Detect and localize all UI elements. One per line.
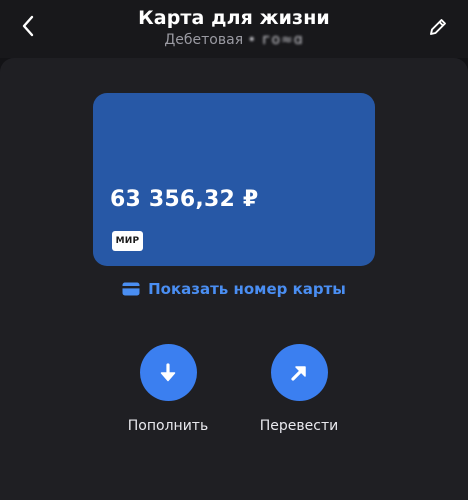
arrow-down-icon (160, 362, 176, 381)
card-icon (122, 282, 140, 296)
transfer-button[interactable]: Перевести (244, 344, 354, 434)
topup-label: Пополнить (127, 418, 209, 434)
page-title: Карта для жизни (138, 7, 330, 29)
header: Карта для жизни Дебетовая • ᴦᴏ≈ɑ (0, 0, 468, 58)
card-balance: 63 356,32 ₽ (110, 187, 259, 212)
transfer-circle (270, 344, 328, 401)
edit-button[interactable] (422, 11, 454, 43)
bank-card[interactable]: 63 356,32 ₽ МИР (93, 93, 375, 266)
pencil-icon (430, 19, 446, 35)
arrow-up-right-icon (291, 365, 306, 381)
main-panel: 63 356,32 ₽ МИР Показать номер карты Поп… (0, 58, 468, 500)
topup-button[interactable]: Пополнить (113, 344, 223, 434)
show-card-number-button[interactable]: Показать номер карты (0, 280, 468, 298)
mir-logo: МИР (112, 231, 143, 251)
topup-circle (139, 344, 197, 401)
card-number-masked: • ᴦᴏ≈ɑ (247, 32, 304, 48)
card-subtitle: Дебетовая • ᴦᴏ≈ɑ (0, 32, 468, 48)
show-card-number-label: Показать номер карты (148, 280, 346, 298)
card-type-label: Дебетовая (164, 32, 244, 48)
transfer-label: Перевести (259, 418, 339, 434)
account-screen: Карта для жизни Дебетовая • ᴦᴏ≈ɑ 63 356,… (0, 0, 468, 500)
